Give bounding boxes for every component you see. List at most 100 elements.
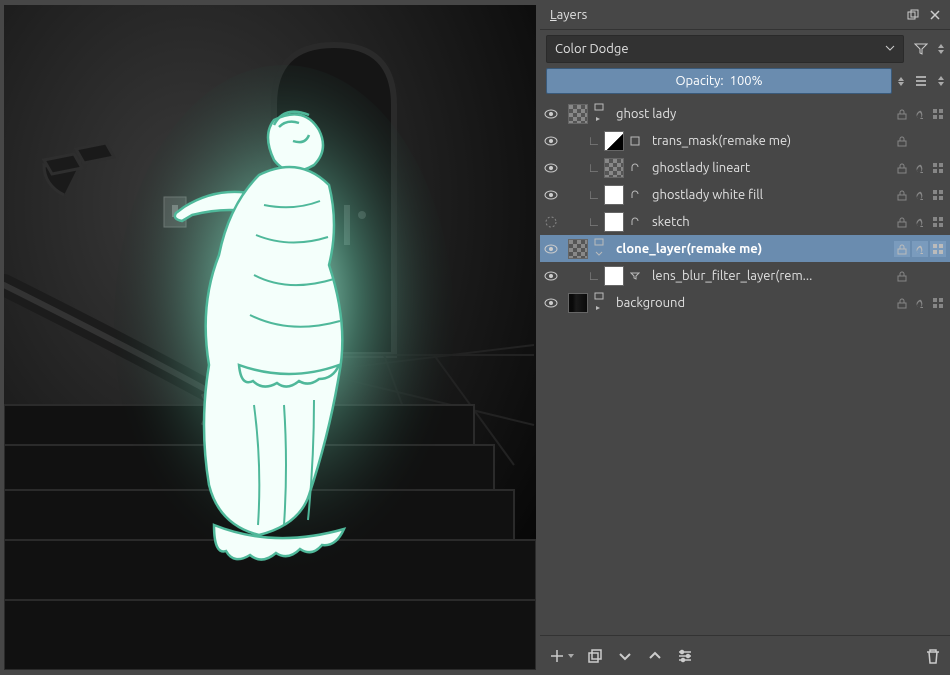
inherit-alpha-icon[interactable] [930,268,946,284]
layers-toolbar [540,635,950,675]
visibility-toggle[interactable] [542,161,560,175]
inherit-alpha-icon[interactable] [930,133,946,149]
layer-flags [894,268,946,284]
alpha-lock-icon[interactable] [912,133,928,149]
opacity-slider[interactable]: Opacity: 100% [546,68,892,94]
layer-list: ghost lady∟trans_mask(remake me)∟ghostla… [540,100,950,635]
layer-name: trans_mask(remake me) [646,134,890,148]
layer-type-icon [592,292,606,313]
inherit-alpha-icon[interactable] [930,241,946,257]
layer-type-icon [628,136,642,146]
duplicate-layer-button[interactable] [586,647,604,665]
lock-icon[interactable] [894,214,910,230]
layer-row-trans-mask[interactable]: ∟trans_mask(remake me) [540,127,950,154]
layer-type-icon [592,103,606,124]
tree-branch-icon: ∟ [588,187,600,202]
layer-type-icon [592,238,606,259]
layer-thumbnail [568,293,588,313]
move-down-button[interactable] [616,647,634,665]
blend-mode-select[interactable]: Color Dodge [546,35,904,63]
layers-panel: Layers Color Dodge Opacity: 100% ghost l… [540,0,950,675]
layer-row-lens-blur[interactable]: ∟ lens_blur_filter_layer(rem... [540,262,950,289]
layer-flags [894,295,946,311]
layer-flags [894,187,946,203]
canvas-viewport [0,0,540,675]
layer-row-sketch[interactable]: ∟ sketch [540,208,950,235]
inherit-alpha-icon[interactable] [930,295,946,311]
opacity-label: Opacity: [675,74,723,88]
visibility-toggle[interactable] [542,296,560,310]
layer-flags [894,160,946,176]
visibility-toggle[interactable] [542,269,560,283]
inherit-alpha-icon[interactable] [930,106,946,122]
chevron-down-icon [885,42,895,56]
menu-stepper[interactable] [938,76,944,86]
canvas[interactable] [4,5,536,670]
layer-name: background [610,296,890,310]
panel-title: Layers [546,8,900,22]
layer-row-ghostlady-lineart[interactable]: ∟ ghostlady lineart [540,154,950,181]
visibility-toggle[interactable] [542,188,560,202]
opacity-row: Opacity: 100% [540,68,950,100]
layer-row-ghostlady-white-fill[interactable]: ∟ghostlady white fill [540,181,950,208]
layer-thumbnail [604,131,624,151]
panel-header: Layers [540,0,950,30]
visibility-toggle[interactable] [542,107,560,121]
visibility-toggle[interactable] [542,242,560,256]
layer-row-ghost-lady[interactable]: ghost lady [540,100,950,127]
lock-icon[interactable] [894,160,910,176]
layer-row-background[interactable]: background [540,289,950,316]
move-up-button[interactable] [646,647,664,665]
add-layer-button[interactable] [548,647,574,665]
alpha-lock-icon[interactable] [912,214,928,230]
opacity-stepper[interactable] [898,77,904,86]
lock-icon[interactable] [894,187,910,203]
tree-branch-icon: ∟ [588,160,600,175]
alpha-lock-icon[interactable] [912,187,928,203]
tree-branch-icon: ∟ [588,268,600,283]
layer-flags [894,241,946,257]
alpha-lock-icon[interactable] [912,106,928,122]
blend-mode-value: Color Dodge [555,42,629,56]
lock-icon[interactable] [894,241,910,257]
lock-icon[interactable] [894,268,910,284]
alpha-lock-icon[interactable] [912,295,928,311]
visibility-toggle[interactable] [542,215,560,229]
lock-icon[interactable] [894,295,910,311]
layer-name: ghostlady lineart [646,161,890,175]
alpha-lock-icon[interactable] [912,160,928,176]
settings-button[interactable] [676,647,694,665]
filter-icon[interactable] [910,38,932,60]
layer-thumbnail [568,239,588,259]
blend-mode-row: Color Dodge [540,30,950,68]
layer-flags [894,214,946,230]
menu-icon[interactable] [910,70,932,92]
layer-type-icon [628,163,642,173]
delete-layer-button[interactable] [924,647,942,665]
alpha-lock-icon[interactable] [912,268,928,284]
close-icon[interactable] [926,6,944,24]
blend-stepper[interactable] [938,44,944,54]
layer-name: lens_blur_filter_layer(rem... [646,269,890,283]
layer-thumbnail [568,104,588,124]
layer-row-clone-layer[interactable]: clone_layer(remake me) [540,235,950,262]
lock-icon[interactable] [894,106,910,122]
layer-type-icon [628,190,642,200]
layer-name: ghost lady [610,107,890,121]
visibility-toggle[interactable] [542,134,560,148]
layer-thumbnail [604,212,624,232]
layer-flags [894,106,946,122]
layer-type-icon [628,217,642,227]
detach-icon[interactable] [904,6,922,24]
inherit-alpha-icon[interactable] [930,214,946,230]
opacity-value: 100% [730,74,763,88]
inherit-alpha-icon[interactable] [930,187,946,203]
inherit-alpha-icon[interactable] [930,160,946,176]
layer-flags [894,133,946,149]
tree-branch-icon: ∟ [588,214,600,229]
alpha-lock-icon[interactable] [912,241,928,257]
layer-type-icon [628,271,642,281]
lock-icon[interactable] [894,133,910,149]
layer-thumbnail [604,185,624,205]
layer-name: sketch [646,215,890,229]
